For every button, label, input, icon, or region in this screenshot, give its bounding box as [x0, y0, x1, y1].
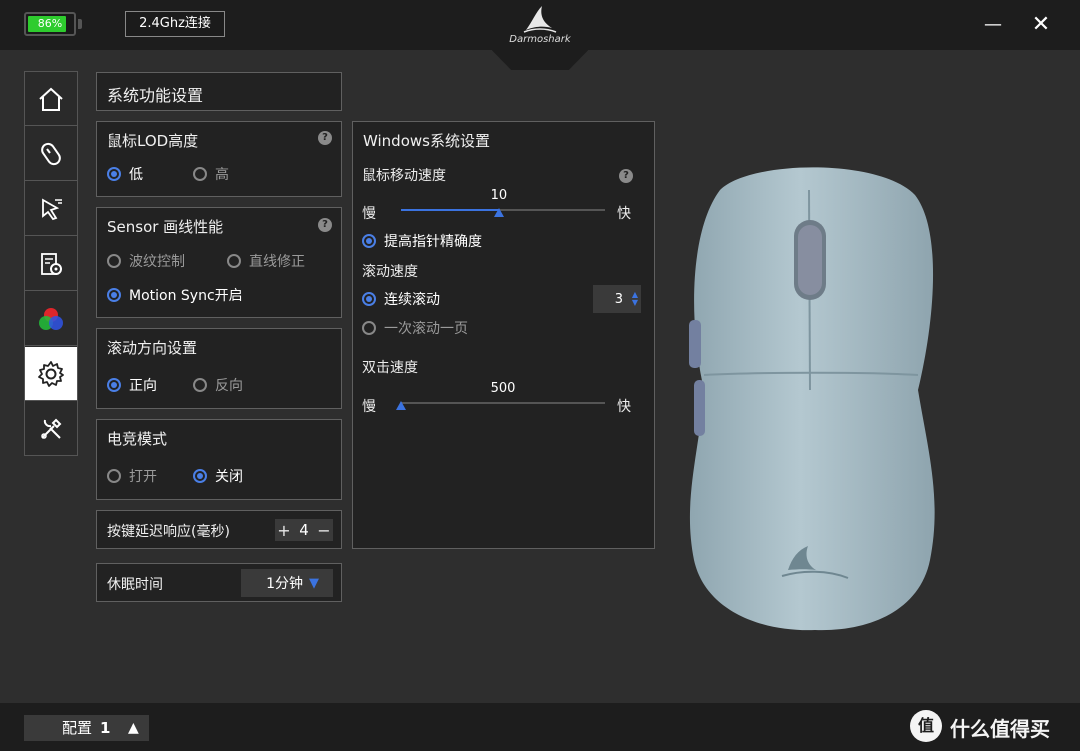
radio-unchecked-icon	[107, 254, 121, 268]
scroll-lines-value: 3	[614, 291, 623, 307]
scroll-forward-radio[interactable]: 正向	[107, 375, 157, 395]
windows-settings-title: Windows系统设置	[363, 132, 490, 150]
sensor-help-icon[interactable]: ?	[318, 218, 332, 232]
lod-help-icon[interactable]: ?	[318, 131, 332, 145]
radio-unchecked-icon	[107, 469, 121, 483]
pointer-speed-help-icon[interactable]: ?	[619, 169, 633, 183]
settings-gear-icon	[38, 360, 64, 387]
profile-number: 1	[100, 719, 111, 737]
shark-fin-icon	[523, 6, 557, 33]
pointer-speed-thumb[interactable]	[493, 208, 504, 217]
debounce-stepper: + 4 −	[275, 519, 333, 541]
debounce-minus-button[interactable]: −	[315, 521, 333, 540]
radio-unchecked-icon	[227, 254, 241, 268]
scroll-lines-spinner[interactable]: 3 ▲ ▼	[593, 285, 641, 313]
scroll-reverse-radio[interactable]: 反向	[193, 375, 243, 395]
double-click-value: 500	[490, 381, 516, 396]
pointer-speed-fast-label: 快	[617, 206, 631, 222]
sleep-panel: 休眠时间 1分钟 ▼	[96, 563, 342, 602]
minimize-button[interactable]: —	[978, 10, 1008, 40]
scroll-direction-panel: 滚动方向设置 正向 反向	[96, 328, 342, 409]
brand-logo: Darmoshark	[492, 0, 588, 70]
footer-bar: 配置 1 ▲ 值 什么值得买	[0, 703, 1080, 751]
sleep-time-dropdown[interactable]: 1分钟 ▼	[241, 569, 333, 597]
radio-checked-icon	[107, 378, 121, 392]
double-click-thumb[interactable]	[396, 401, 406, 410]
debounce-panel: 按键延迟响应(毫秒) + 4 −	[96, 510, 342, 549]
connection-mode: 2.4Ghz连接	[125, 11, 225, 37]
sidebar-item-macro[interactable]	[25, 237, 77, 291]
pointer-speed-label: 鼠标移动速度	[362, 168, 446, 184]
sidebar-item-settings[interactable]	[25, 347, 77, 401]
mouse-icon	[41, 142, 61, 165]
esports-mode-panel: 电竞模式 打开 关闭	[96, 419, 342, 500]
radio-unchecked-icon	[193, 167, 207, 181]
watermark-text: 什么值得买	[950, 717, 1050, 741]
sidebar-item-tools[interactable]	[25, 402, 77, 456]
debounce-label: 按键延迟响应(毫秒)	[107, 524, 230, 540]
debounce-plus-button[interactable]: +	[275, 521, 293, 540]
system-settings-header: 系统功能设置	[96, 72, 342, 111]
radio-checked-icon	[107, 167, 121, 181]
battery-percent: 86%	[37, 17, 63, 30]
double-click-label: 双击速度	[362, 360, 418, 376]
radio-checked-icon	[362, 234, 376, 248]
esports-mode-title: 电竞模式	[107, 430, 168, 448]
profile-label: 配置	[62, 719, 93, 737]
double-click-slider[interactable]	[396, 401, 605, 410]
macro-icon	[41, 252, 62, 275]
lod-panel: 鼠标LOD高度 ? 低 高	[96, 121, 342, 197]
scroll-speed-label: 滚动速度	[362, 264, 418, 280]
angle-snap-radio[interactable]: 直线修正	[227, 251, 305, 271]
double-click-fast-label: 快	[617, 399, 631, 415]
brand-name: Darmoshark	[509, 34, 571, 45]
battery-tip	[78, 19, 82, 29]
lod-low-radio[interactable]: 低	[107, 164, 143, 184]
sensor-panel: Sensor 画线性能 ? 波纹控制 直线修正 Motion Sync开启	[96, 207, 342, 318]
rgb-icon	[39, 307, 63, 330]
radio-checked-icon	[362, 292, 376, 306]
radio-unchecked-icon	[193, 378, 207, 392]
page-title: 系统功能设置	[107, 86, 204, 105]
pointer-speed-slow-label: 慢	[362, 206, 376, 222]
debounce-value: 4	[299, 521, 309, 539]
pointer-speed-value: 10	[490, 188, 508, 203]
profile-selector[interactable]: 配置 1 ▲	[24, 715, 149, 741]
sleep-label: 休眠时间	[107, 577, 163, 593]
page-scroll-radio[interactable]: 一次滚动一页	[362, 318, 468, 338]
pointer-speed-slider[interactable]	[401, 208, 605, 217]
dropdown-arrow-icon: ▼	[309, 575, 319, 591]
battery-indicator: 86%	[24, 12, 76, 36]
scroll-direction-title: 滚动方向设置	[107, 339, 198, 357]
motion-sync-radio[interactable]: Motion Sync开启	[107, 285, 243, 305]
radio-checked-icon	[193, 469, 207, 483]
tools-icon	[41, 418, 62, 439]
esports-off-radio[interactable]: 关闭	[193, 466, 243, 486]
windows-settings-panel: Windows系统设置 鼠标移动速度 ? 10 慢 快 提高指针精确度 滚动速度…	[352, 121, 655, 549]
radio-checked-icon	[107, 288, 121, 302]
watermark-logo-icon: 值	[910, 710, 942, 742]
sensor-title: Sensor 画线性能	[107, 218, 224, 236]
enhance-precision-checkbox[interactable]: 提高指针精确度	[362, 231, 482, 251]
close-button[interactable]: ✕	[1026, 10, 1056, 40]
radio-unchecked-icon	[362, 321, 376, 335]
esports-on-radio[interactable]: 打开	[107, 466, 157, 486]
pointer-speed-fill	[401, 209, 499, 211]
profile-up-arrow-icon[interactable]: ▲	[128, 715, 139, 741]
cursor-icon	[42, 197, 62, 220]
spinner-arrows-icon[interactable]: ▲ ▼	[629, 291, 641, 307]
sidebar-item-buttons[interactable]	[25, 127, 77, 181]
sidebar-item-pointer[interactable]	[25, 182, 77, 236]
home-icon	[39, 87, 63, 111]
sidebar-item-lighting[interactable]	[25, 292, 77, 346]
sleep-time-value: 1分钟	[266, 576, 303, 592]
double-click-slow-label: 慢	[362, 399, 376, 415]
ripple-control-radio[interactable]: 波纹控制	[107, 251, 185, 271]
lod-title: 鼠标LOD高度	[107, 132, 199, 150]
mouse-product-image	[689, 167, 935, 631]
continuous-scroll-radio[interactable]: 连续滚动	[362, 289, 440, 309]
sidebar	[24, 71, 78, 456]
lod-high-radio[interactable]: 高	[193, 164, 229, 184]
sidebar-item-home[interactable]	[25, 72, 77, 126]
